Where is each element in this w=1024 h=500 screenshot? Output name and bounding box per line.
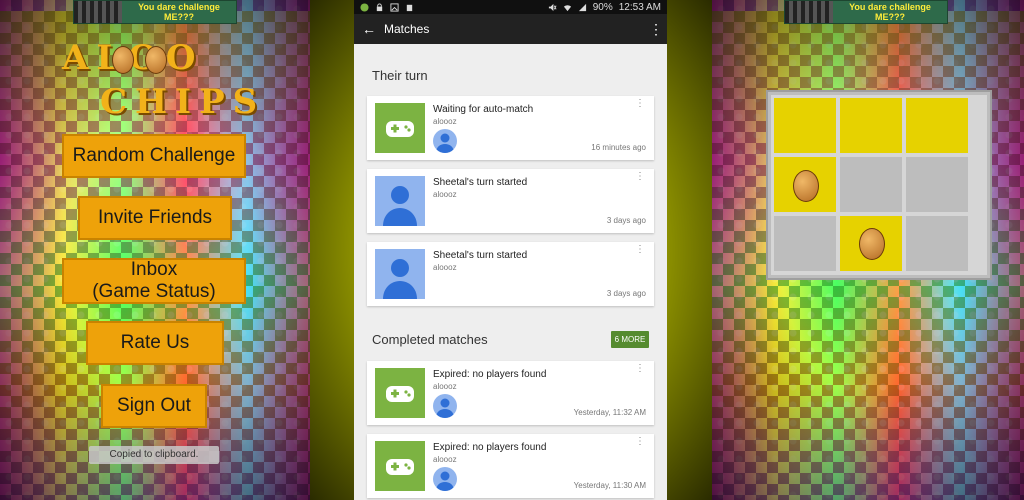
clipboard-toast: Copied to clipboard. — [89, 446, 219, 464]
banner-thumbnail — [74, 1, 122, 23]
more-matches-button[interactable]: 6 MORE — [611, 331, 649, 348]
lock-icon — [376, 2, 383, 11]
random-challenge-button[interactable]: Random Challenge — [62, 134, 246, 178]
logo-title-line2: CHIPS — [100, 82, 266, 122]
board-cell[interactable] — [774, 98, 836, 153]
board-cell[interactable] — [906, 216, 968, 271]
inbox-button[interactable]: Inbox (Game Status) — [62, 258, 246, 304]
gamepad-icon — [375, 368, 425, 418]
match-card[interactable]: Waiting for auto-match aloooz 16 minutes a… — [367, 96, 654, 160]
potato-piece-icon — [793, 170, 819, 202]
back-arrow-icon[interactable]: ← — [362, 21, 384, 37]
battery-percent: 90% — [592, 1, 613, 13]
toolbar-title: Matches — [384, 22, 430, 36]
avatar — [433, 467, 457, 491]
banner-thumbnail — [785, 1, 833, 23]
match-title: Sheetal's turn started — [433, 250, 528, 261]
card-menu-icon[interactable]: ⋮ — [635, 172, 645, 182]
match-card[interactable]: Sheetal's turn started aloooz 3 days ago ⋮ — [367, 169, 654, 233]
mute-icon — [548, 3, 557, 11]
match-timestamp: 3 days ago — [606, 216, 646, 225]
card-menu-icon[interactable]: ⋮ — [635, 245, 645, 255]
system-status: 90% 12:53 AM — [548, 2, 661, 13]
board-cell[interactable] — [906, 157, 968, 212]
overflow-menu-icon[interactable]: ⋮ — [649, 21, 663, 38]
match-card[interactable]: Expired: no players found aloooz Yesterday… — [367, 434, 654, 498]
match-title: Expired: no players found — [433, 369, 547, 380]
match-timestamp: 3 days ago — [606, 289, 646, 298]
signal-icon — [578, 3, 586, 11]
rate-us-button[interactable]: Rate Us — [86, 321, 224, 365]
tic-tac-toe-board — [768, 92, 990, 278]
wifi-icon — [563, 4, 571, 11]
ad-banner[interactable]: You dare challenge ME??? — [784, 0, 948, 24]
match-timestamp: 16 minutes ago — [591, 143, 646, 152]
match-player: aloooz — [433, 263, 457, 272]
match-player: aloooz — [433, 190, 457, 199]
match-title: Sheetal's turn started — [433, 177, 528, 188]
clock: 12:53 AM — [618, 1, 661, 13]
match-timestamp: Yesterday, 11:32 AM — [573, 408, 646, 417]
clipboard-icon — [406, 4, 413, 11]
match-timestamp: Yesterday, 11:30 AM — [573, 481, 646, 490]
potato-piece-icon — [859, 228, 885, 260]
card-menu-icon[interactable]: ⋮ — [635, 437, 645, 447]
circle-badge-icon — [360, 2, 369, 12]
ad-banner[interactable]: You dare challenge ME??? — [73, 0, 237, 24]
game-menu-screen: You dare challenge ME??? ALOO CHIPS Rand… — [0, 0, 310, 500]
match-player: aloooz — [433, 117, 457, 126]
board-cell[interactable] — [840, 157, 902, 212]
person-icon — [375, 249, 425, 299]
image-icon — [390, 2, 399, 12]
match-title: Waiting for auto-match — [433, 104, 534, 115]
banner-text: You dare challenge ME??? — [138, 2, 220, 22]
card-menu-icon[interactable]: ⋮ — [635, 99, 645, 109]
person-icon — [375, 176, 425, 226]
matches-screen: 90% 12:53 AM ← Matches ⋮ Their turn Wait… — [354, 0, 667, 500]
avatar — [433, 129, 457, 153]
game-board-screen: You dare challenge ME??? — [712, 0, 1024, 500]
board-cell[interactable] — [774, 216, 836, 271]
gamepad-icon — [375, 103, 425, 153]
sign-out-button[interactable]: Sign Out — [101, 384, 207, 428]
invite-friends-button[interactable]: Invite Friends — [78, 196, 232, 240]
section-their-turn: Their turn — [372, 68, 428, 83]
card-menu-icon[interactable]: ⋮ — [635, 364, 645, 374]
board-cell[interactable] — [840, 98, 902, 153]
match-title: Expired: no players found — [433, 442, 547, 453]
match-player: aloooz — [433, 382, 457, 391]
potato-mascot-icon — [145, 46, 167, 74]
avatar — [433, 394, 457, 418]
section-completed: Completed matches — [372, 332, 488, 347]
potato-mascot-icon — [112, 46, 134, 74]
banner-text: You dare challenge ME??? — [849, 2, 931, 22]
notification-icons — [360, 2, 414, 12]
match-player: aloooz — [433, 455, 457, 464]
status-bar: 90% 12:53 AM — [354, 0, 667, 14]
match-card[interactable]: Sheetal's turn started aloooz 3 days ago ⋮ — [367, 242, 654, 306]
board-cell[interactable] — [906, 98, 968, 153]
gamepad-icon — [375, 441, 425, 491]
app-toolbar: ← Matches ⋮ — [354, 14, 667, 44]
match-card[interactable]: Expired: no players found aloooz Yesterday… — [367, 361, 654, 425]
